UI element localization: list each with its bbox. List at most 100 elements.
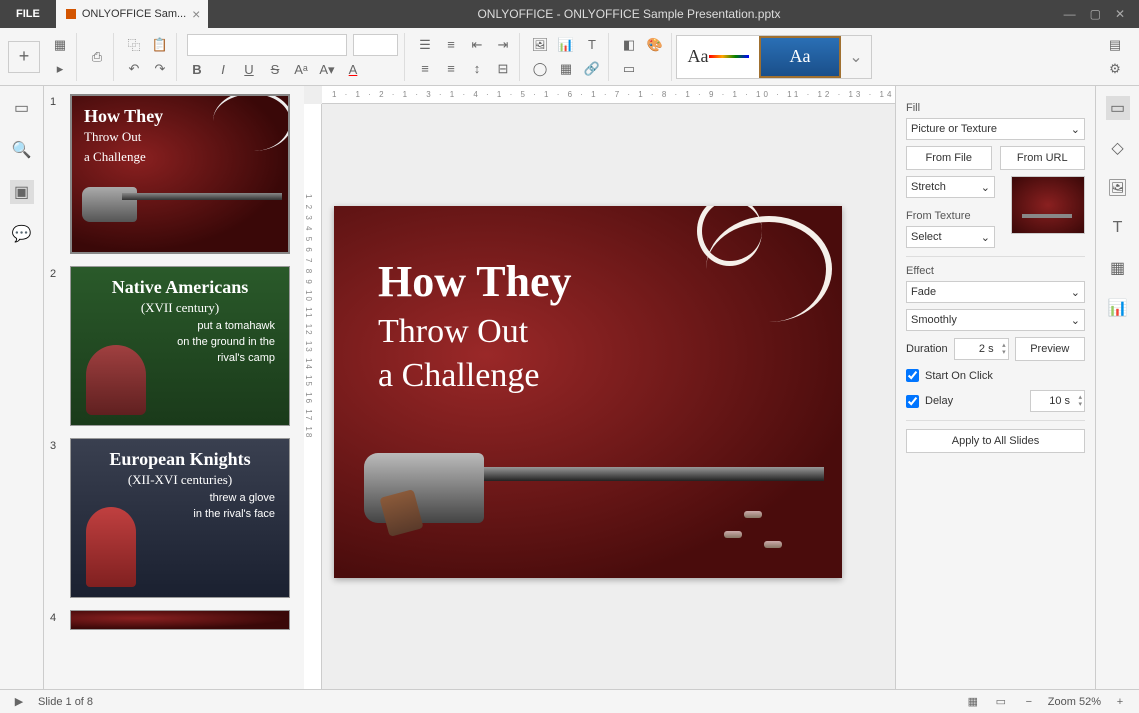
shape-settings-icon[interactable]: ◇ [1106,136,1130,160]
slides-panel-icon[interactable]: ▭ [10,96,34,120]
chevron-down-icon: ⌄ [981,181,990,194]
gun-graphic [364,453,824,533]
delay-checkbox[interactable] [906,395,919,408]
thumbnail-4[interactable] [70,610,290,630]
subscript-icon[interactable]: A▾ [317,60,337,80]
tomahawk-graphic [86,345,146,415]
zoom-level: Zoom 52% [1048,696,1101,708]
start-slideshow-icon[interactable]: ▶ [10,693,28,711]
font-color-icon[interactable]: A [343,60,363,80]
theme-option-2[interactable]: Aa [759,36,841,78]
thumbnail-2[interactable]: Native Americans (XVII century) put a to… [70,266,290,426]
main-slide[interactable]: How They Throw Out a Challenge [334,206,842,578]
fit-slide-icon[interactable]: ▦ [964,693,982,711]
image-settings-icon[interactable]: 🖼 [1106,176,1130,200]
thumb-title: European Knights [71,439,289,470]
hyperlink-icon[interactable]: 🔗 [582,59,602,79]
fit-width-icon[interactable]: ▭ [992,693,1010,711]
fill-label: Fill [906,102,1085,114]
line-spacing-icon[interactable]: ↕ [467,59,487,79]
zoom-out-icon[interactable]: − [1020,693,1038,711]
preview-button[interactable]: Preview [1015,337,1085,361]
numbered-icon[interactable]: ≡ [441,35,461,55]
redo-icon[interactable]: ↷ [150,59,170,79]
image-icon[interactable]: 🖼 [530,35,550,55]
texture-label: From Texture [906,210,995,222]
settings-gear-icon[interactable]: ⚙ [1105,59,1125,79]
thumb-desc: threw a glove [71,490,289,506]
titlebar: FILE ONLYOFFICE Sam... × ONLYOFFICE - ON… [0,0,1139,28]
thumb-title: Native Americans [71,267,289,298]
align-left-icon[interactable]: ≡ [415,59,435,79]
theme-gallery[interactable]: Aa Aa ⌄ [676,35,872,79]
textbox-icon[interactable]: T [582,35,602,55]
eraser-icon[interactable]: ◧ [619,35,639,55]
bullets-icon[interactable]: ☰ [415,35,435,55]
chevron-down-icon: ⌄ [1071,314,1080,327]
text-settings-icon[interactable]: T [1106,216,1130,240]
slide-thumbnails: 1 How They Throw Out a Challenge 2 Nativ… [44,86,304,689]
maximize-icon[interactable]: ▢ [1090,7,1101,21]
strike-icon[interactable]: S [265,60,285,80]
close-icon[interactable]: ✕ [1115,7,1125,21]
main-area: ▭ 🔍 ▣ 💬 1 How They Throw Out a Challenge… [0,86,1139,689]
thumbnail-1[interactable]: How They Throw Out a Challenge [70,94,290,254]
paste-icon[interactable]: 📋 [150,35,170,55]
properties-panel: Fill Picture or Texture⌄ From File From … [895,86,1095,689]
theme-dropdown-icon[interactable]: ⌄ [841,36,871,78]
align-vert-icon[interactable]: ⊟ [493,59,513,79]
tab-title: ONLYOFFICE Sam... [82,8,186,20]
comments-panel-icon[interactable]: ▣ [10,180,34,204]
chart-settings-icon[interactable]: 📊 [1106,296,1130,320]
theme-option-1[interactable]: Aa [677,36,759,78]
file-menu[interactable]: FILE [0,0,56,28]
indent-icon[interactable]: ⇥ [493,35,513,55]
thumbnail-3[interactable]: European Knights (XII-XVI centuries) thr… [70,438,290,598]
slide-size-icon[interactable]: ▭ [619,59,639,79]
font-size-select[interactable] [353,34,398,56]
start-on-click-checkbox[interactable] [906,369,919,382]
duration-spinner[interactable]: 2 s [954,338,1009,360]
slide-settings-icon[interactable]: ▭ [1106,96,1130,120]
chat-icon[interactable]: 💬 [10,222,34,246]
chevron-down-icon: ⌄ [1071,123,1080,136]
print-icon[interactable]: ⎙ [87,47,107,67]
view-settings-icon[interactable]: ▤ [1105,35,1125,55]
play-icon[interactable]: ▸ [50,59,70,79]
table-icon[interactable]: ▦ [556,59,576,79]
stretch-select[interactable]: Stretch⌄ [906,176,995,198]
superscript-icon[interactable]: Aᵃ [291,60,311,80]
close-tab-icon[interactable]: × [192,6,200,22]
shape-icon[interactable]: ◯ [530,59,550,79]
outdent-icon[interactable]: ⇤ [467,35,487,55]
zoom-in-icon[interactable]: + [1111,693,1129,711]
apply-all-button[interactable]: Apply to All Slides [906,429,1085,453]
swirl-decoration [642,206,842,366]
slide-counter: Slide 1 of 8 [38,696,93,708]
texture-select[interactable]: Select⌄ [906,226,995,248]
underline-icon[interactable]: U [239,60,259,80]
effect-subtype-select[interactable]: Smoothly⌄ [906,309,1085,331]
search-icon[interactable]: 🔍 [10,138,34,162]
bold-icon[interactable]: B [187,60,207,80]
table-settings-icon[interactable]: ▦ [1106,256,1130,280]
font-family-select[interactable] [187,34,347,56]
align-center-icon[interactable]: ≡ [441,59,461,79]
chart-icon[interactable]: 📊 [556,35,576,55]
add-slide-button[interactable]: + [8,41,40,73]
italic-icon[interactable]: I [213,60,233,80]
document-tab[interactable]: ONLYOFFICE Sam... × [56,0,209,28]
effect-select[interactable]: Fade⌄ [906,281,1085,303]
color-scheme-icon[interactable]: 🎨 [645,35,665,55]
from-url-button[interactable]: From URL [1000,146,1086,170]
delay-spinner[interactable]: 10 s [1030,390,1085,412]
fill-type-select[interactable]: Picture or Texture⌄ [906,118,1085,140]
thumb-sub: (XII-XVI centuries) [71,470,289,490]
layout-icon[interactable]: ▦ [50,35,70,55]
copy-icon[interactable]: ⿻ [124,35,144,55]
undo-icon[interactable]: ↶ [124,59,144,79]
thumb-desc: put a tomahawk [71,318,289,334]
left-toolstrip: ▭ 🔍 ▣ 💬 [0,86,44,689]
from-file-button[interactable]: From File [906,146,992,170]
minimize-icon[interactable]: — [1064,7,1076,21]
